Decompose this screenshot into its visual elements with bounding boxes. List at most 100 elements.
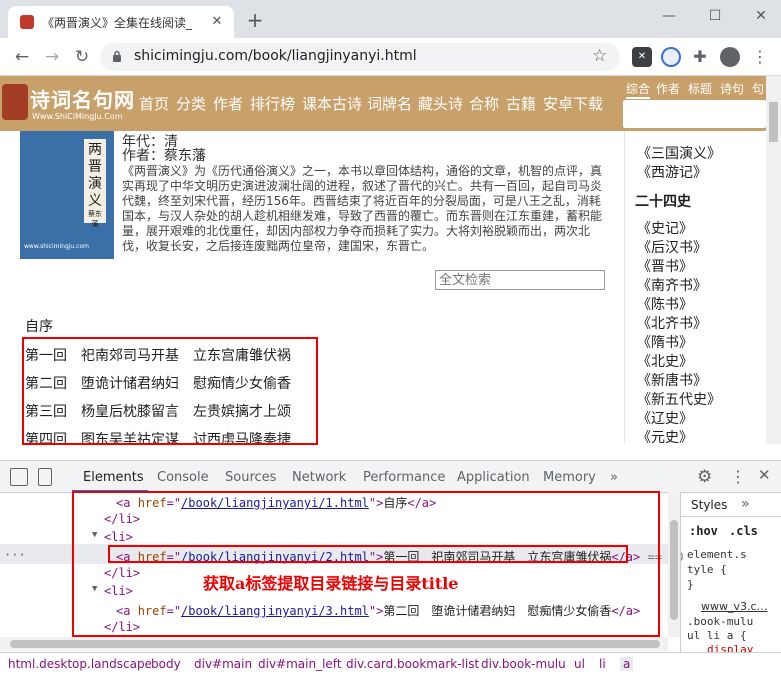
nav-textbook-poems[interactable]: 课本古诗: [302, 93, 362, 114]
list-item[interactable]: 《后汉书》: [637, 237, 707, 257]
forward-arrow-icon[interactable]: →: [40, 46, 64, 68]
site-header: 诗词名句网 Www.ShiCiMingJu.Com 首页 分类 作者 排行榜 课…: [0, 76, 766, 131]
devtools-tab-bar: Elements Console Sources Network Perform…: [0, 461, 781, 493]
list-item[interactable]: 《陈书》: [637, 294, 693, 314]
search-tab-verse[interactable]: 诗句: [720, 80, 744, 97]
address-bar[interactable]: shicimingju.com/book/liangjinyanyi.html …: [100, 43, 620, 71]
nav-home[interactable]: 首页: [139, 93, 169, 114]
nav-acrostic[interactable]: 藏头诗: [418, 93, 463, 114]
list-item[interactable]: 《南齐书》: [637, 275, 707, 295]
styles-more-icon[interactable]: »: [741, 496, 750, 512]
search-tab-all[interactable]: 综合: [626, 80, 651, 99]
tab-memory[interactable]: Memory: [543, 470, 596, 485]
extensions-puzzle-icon[interactable]: ✚: [690, 47, 710, 67]
extension-blue-icon[interactable]: [661, 47, 681, 67]
list-item[interactable]: 《新五代史》: [637, 389, 721, 409]
window-close-icon[interactable]: ✕: [749, 8, 773, 28]
new-tab-icon[interactable]: +: [244, 10, 266, 32]
back-arrow-icon[interactable]: ←: [10, 46, 34, 68]
list-item[interactable]: 《三国演义》: [637, 143, 721, 163]
search-tab-title[interactable]: 标题: [688, 80, 712, 97]
breadcrumb-item[interactable]: div#main: [194, 657, 252, 671]
nav-classics[interactable]: 古籍: [506, 93, 536, 114]
rule-selector: .book-mulu: [687, 615, 754, 628]
toc-link[interactable]: 自序: [25, 316, 53, 336]
fulltext-search-input[interactable]: [435, 270, 605, 290]
reload-icon[interactable]: ↻: [70, 46, 94, 68]
book-cover-image[interactable]: 两 晋 演 义 蔡东藩 www.shicimingju.com: [20, 131, 114, 259]
styles-tab[interactable]: Styles: [691, 498, 727, 512]
settings-gear-icon[interactable]: ⚙: [697, 467, 712, 487]
breadcrumb-item[interactable]: ul: [574, 657, 585, 671]
nav-cipai[interactable]: 词牌名: [367, 93, 412, 114]
breadcrumb-item[interactable]: li: [599, 657, 606, 671]
tab-sources[interactable]: Sources: [225, 470, 276, 485]
search-tab-sentence[interactable]: 句: [752, 80, 764, 97]
breadcrumb-item[interactable]: div#main_left: [258, 657, 342, 671]
site-favicon-icon: [20, 15, 34, 29]
tab-console[interactable]: Console: [157, 470, 209, 485]
list-item[interactable]: 《北史》: [637, 351, 693, 371]
search-tab-author[interactable]: 作者: [656, 80, 680, 97]
nav-combined-names[interactable]: 合称: [469, 93, 499, 114]
elements-hscrollbar-thumb[interactable]: [10, 640, 660, 648]
list-item[interactable]: 《隋书》: [637, 332, 693, 352]
list-item[interactable]: 《晋书》: [637, 256, 693, 276]
toc-highlight-box: [22, 337, 318, 445]
styles-panel: Styles » :hov .cls element.s tyle { } ww…: [680, 492, 781, 665]
breadcrumb-item[interactable]: body: [151, 657, 181, 671]
stylesheet-source-link[interactable]: www_v3.c…: [701, 600, 768, 613]
profile-avatar-icon[interactable]: [720, 47, 740, 67]
breadcrumb-item[interactable]: div.book-mulu: [481, 657, 566, 671]
extension-x-icon[interactable]: ✕: [632, 47, 652, 67]
list-item[interactable]: 《新唐书》: [637, 370, 707, 390]
nav-ranking[interactable]: 排行榜: [250, 93, 295, 114]
page-scrollbar[interactable]: [766, 76, 781, 444]
close-tab-icon[interactable]: ✕: [208, 13, 226, 31]
list-item[interactable]: 《西游记》: [637, 162, 707, 182]
selected-node-highlight-box: [108, 545, 628, 563]
ellipsis-icon[interactable]: ···: [4, 548, 26, 562]
list-item[interactable]: 《史记》: [637, 218, 693, 238]
tab-application[interactable]: Application: [457, 470, 530, 485]
rule-selector: ul li a {: [687, 629, 747, 642]
devtools-menu-icon[interactable]: ⋮: [730, 467, 746, 486]
minimize-icon[interactable]: —: [657, 8, 681, 28]
elements-vscrollbar-thumb[interactable]: [670, 520, 678, 620]
bookmark-star-icon[interactable]: ☆: [592, 46, 607, 66]
list-item[interactable]: 《辽史》: [637, 408, 693, 428]
browser-tab-strip: 《两晋演义》全集在线阅读_史书 ✕ + — ☐ ✕: [0, 0, 781, 38]
site-search-input[interactable]: [623, 100, 766, 128]
nav-author[interactable]: 作者: [213, 93, 243, 114]
elements-highlight-box: [72, 491, 660, 637]
site-logo[interactable]: 诗词名句网 Www.ShiCiMingJu.Com: [2, 82, 134, 126]
nav-android-download[interactable]: 安卓下载: [543, 93, 603, 114]
device-toolbar-icon[interactable]: [38, 468, 52, 486]
tab-elements[interactable]: Elements: [83, 470, 144, 485]
dom-breadcrumb: html.desktop.landscape body div#main div…: [0, 652, 781, 674]
tab-title: 《两晋演义》全集在线阅读_史书: [42, 16, 192, 30]
page-scrollbar-thumb[interactable]: [769, 102, 778, 142]
maximize-icon[interactable]: ☐: [703, 8, 727, 28]
hover-state-toggle[interactable]: :hov: [689, 524, 718, 538]
list-heading: 二十四史: [635, 194, 691, 210]
breadcrumb-item[interactable]: html.desktop.landscape: [8, 657, 152, 671]
tab-performance[interactable]: Performance: [363, 470, 445, 485]
logo-mark-icon: [2, 84, 28, 120]
book-description: 《两晋演义》为《历代通俗演义》之一，本书以章回体结构，通俗的文章，机智的点评，真…: [122, 164, 603, 253]
breadcrumb-item[interactable]: div.card.bookmark-list: [346, 657, 479, 671]
more-tabs-icon[interactable]: »: [610, 470, 618, 485]
list-item[interactable]: 《元史》: [637, 427, 693, 444]
elements-vscrollbar[interactable]: [668, 492, 680, 637]
browser-tab[interactable]: 《两晋演义》全集在线阅读_史书 ✕: [8, 6, 234, 38]
list-item[interactable]: 《北齐书》: [637, 313, 707, 333]
elements-hscrollbar[interactable]: [0, 637, 668, 651]
browser-menu-icon[interactable]: ⋮: [750, 47, 770, 67]
tab-network[interactable]: Network: [292, 470, 346, 485]
element-style-line: tyle {: [687, 563, 727, 576]
inspect-element-icon[interactable]: [10, 468, 28, 486]
nav-category[interactable]: 分类: [176, 93, 206, 114]
devtools-close-icon[interactable]: ✕: [758, 466, 771, 484]
class-toggle[interactable]: .cls: [729, 524, 758, 538]
breadcrumb-item-active[interactable]: a: [620, 657, 634, 671]
